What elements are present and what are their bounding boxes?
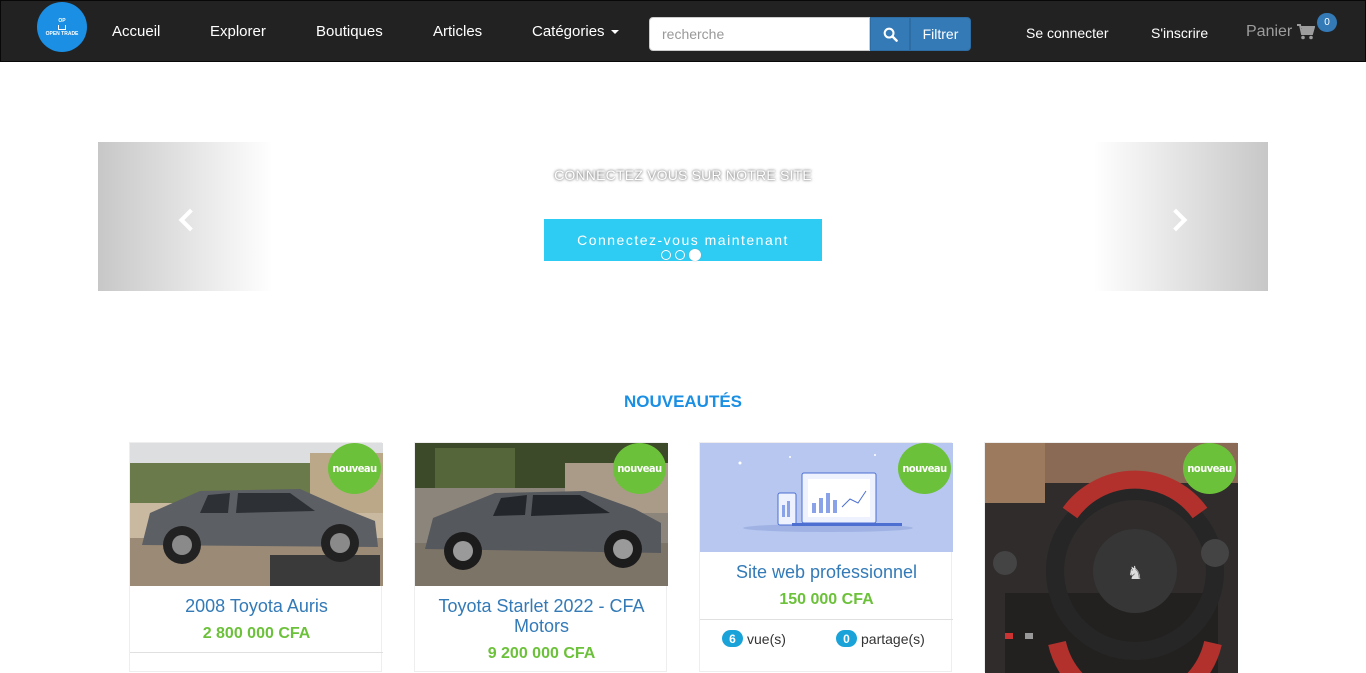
nav-link-categories-label: Catégories — [532, 23, 605, 40]
chevron-right-icon — [1164, 208, 1188, 232]
logo-text-brand: OPEN TRADE — [45, 30, 79, 37]
logo-text-short: OP — [58, 17, 66, 24]
shares-label: partage(s) — [861, 630, 925, 647]
carousel-indicator-1[interactable] — [661, 250, 671, 260]
views-count: 6 — [722, 630, 743, 647]
product-price: 2 800 000 CFA — [202, 625, 311, 642]
signup-link[interactable]: S'inscrire — [1151, 25, 1208, 41]
product-price: 150 000 CFA — [779, 591, 874, 608]
product-card[interactable]: ♞ nouveau — [984, 442, 1238, 673]
search-input[interactable] — [649, 17, 870, 51]
product-title[interactable]: Toyota Starlet 2022 - CFA Motors — [423, 596, 660, 636]
views-stat: 6 vue(s) — [722, 630, 786, 647]
product-card[interactable]: nouveau Site web professionnel 150 000 C… — [699, 442, 953, 672]
carousel-indicator-3-active[interactable] — [689, 249, 701, 261]
shares-count: 0 — [836, 630, 857, 647]
nav-link-boutiques[interactable]: Boutiques — [316, 23, 383, 40]
search-icon — [883, 27, 898, 42]
section-title-nouveautes: NOUVEAUTÉS — [623, 392, 743, 411]
cart-label: Panier — [1246, 23, 1293, 40]
navbar: OP OPEN TRADE Accueil Explorer Boutiques… — [0, 0, 1366, 62]
carousel-prev-control[interactable] — [98, 142, 273, 291]
nav-link-articles[interactable]: Articles — [433, 23, 482, 40]
product-price: 9 200 000 CFA — [487, 645, 596, 662]
views-label: vue(s) — [747, 630, 786, 647]
nav-link-explorer[interactable]: Explorer — [210, 23, 266, 40]
cart-count-badge: 0 — [1317, 13, 1337, 32]
login-link[interactable]: Se connecter — [1026, 25, 1109, 41]
chevron-left-icon — [178, 208, 202, 232]
caret-down-icon — [610, 30, 619, 35]
carousel-caption: CONNECTEZ VOUS SUR NOTRE SITE — [554, 167, 812, 183]
shopping-cart-icon — [1297, 24, 1316, 40]
nav-dropdown-categories[interactable]: Catégories — [532, 23, 619, 40]
filter-button[interactable]: Filtrer — [910, 17, 971, 51]
cart-link[interactable]: Panier — [1246, 23, 1316, 41]
carousel-next-control[interactable] — [1093, 142, 1268, 291]
product-title[interactable]: Site web professionnel — [708, 562, 945, 582]
carousel-indicator-2[interactable] — [675, 250, 685, 260]
nav-link-accueil[interactable]: Accueil — [112, 23, 160, 40]
shares-stat: 0 partage(s) — [836, 630, 925, 647]
new-badge: nouveau — [898, 443, 951, 494]
new-badge: nouveau — [613, 443, 666, 494]
search-button[interactable] — [870, 17, 910, 51]
hero-carousel: CONNECTEZ VOUS SUR NOTRE SITE Connectez-… — [98, 142, 1268, 291]
new-badge: nouveau — [328, 443, 381, 494]
product-card[interactable]: nouveau Toyota Starlet 2022 - CFA Motors… — [414, 442, 668, 672]
site-logo[interactable]: OP OPEN TRADE — [37, 2, 87, 52]
new-badge: nouveau — [1183, 443, 1236, 494]
carousel-indicators — [661, 249, 701, 261]
product-card[interactable]: nouveau 2008 Toyota Auris 2 800 000 CFA — [129, 442, 383, 672]
logo-cart-icon — [58, 24, 66, 30]
product-title[interactable]: 2008 Toyota Auris — [138, 596, 375, 616]
svg-text:♞: ♞ — [1127, 563, 1143, 584]
card-divider — [700, 619, 953, 620]
